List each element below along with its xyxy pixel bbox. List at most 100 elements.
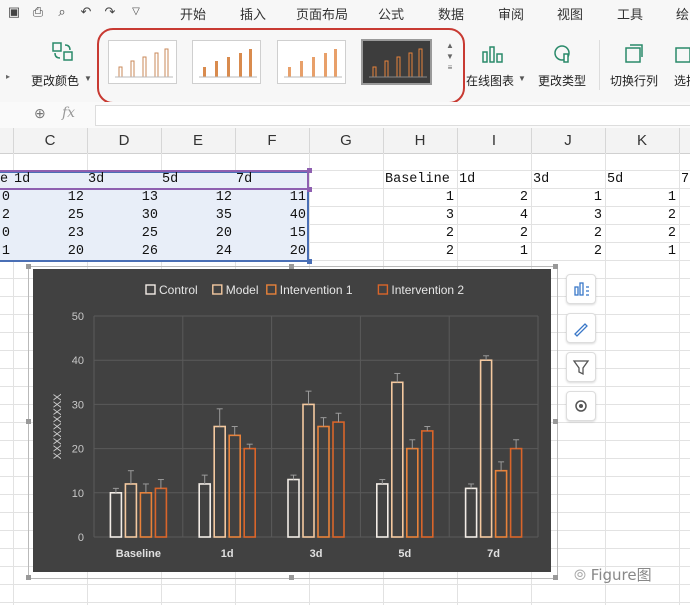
column-header-e[interactable]: E bbox=[161, 128, 236, 153]
menu-tab-formula[interactable]: 公式 bbox=[378, 4, 404, 23]
change-type-button[interactable] bbox=[550, 42, 576, 71]
redo-icon[interactable]: ↷ bbox=[102, 4, 118, 20]
chart-filter-button[interactable] bbox=[566, 352, 596, 382]
column-header-d[interactable]: D bbox=[87, 128, 162, 153]
table-cell[interactable]: 4 bbox=[457, 207, 531, 225]
table-cell[interactable]: 25 bbox=[13, 207, 87, 225]
table-cell[interactable]: 1d bbox=[14, 171, 88, 189]
table-cell[interactable]: 3d bbox=[88, 171, 162, 189]
resize-handle[interactable] bbox=[26, 264, 31, 269]
table-cell[interactable]: 35 bbox=[161, 207, 235, 225]
table-cell[interactable]: 1 bbox=[0, 243, 13, 261]
table-cell[interactable]: Baseline bbox=[385, 171, 457, 189]
table-cell[interactable]: 13 bbox=[87, 189, 161, 207]
fx-label[interactable]: fx bbox=[62, 105, 75, 121]
column-header-k[interactable]: K bbox=[605, 128, 680, 153]
table-cell[interactable]: 3 bbox=[531, 207, 605, 225]
save-icon[interactable]: ▣ bbox=[6, 4, 22, 20]
table-cell[interactable]: 2 bbox=[605, 225, 679, 243]
column-header-g[interactable]: G bbox=[309, 128, 384, 153]
print-preview-icon[interactable]: ⌕ bbox=[54, 4, 70, 20]
table-cell[interactable]: 3 bbox=[383, 207, 457, 225]
table-cell[interactable]: 1d bbox=[459, 171, 531, 189]
resize-handle[interactable] bbox=[553, 264, 558, 269]
table-cell[interactable]: 1 bbox=[605, 189, 679, 207]
select-data-label[interactable]: 选择 bbox=[674, 72, 690, 89]
quick-access-dropdown-icon[interactable]: ▽ bbox=[128, 4, 144, 20]
switch-row-col-button[interactable] bbox=[622, 42, 648, 71]
bar bbox=[228, 434, 241, 538]
table-cell[interactable]: 5d bbox=[162, 171, 236, 189]
table-cell[interactable]: 20 bbox=[161, 225, 235, 243]
resize-handle[interactable] bbox=[553, 575, 558, 580]
menu-tab-review[interactable]: 审阅 bbox=[498, 4, 524, 23]
table-cell[interactable]: e bbox=[0, 171, 13, 189]
column-header-i[interactable]: I bbox=[457, 128, 532, 153]
resize-handle[interactable] bbox=[26, 419, 31, 424]
menu-tab-draw[interactable]: 绘 bbox=[676, 4, 689, 23]
table-cell[interactable]: 0 bbox=[0, 225, 13, 243]
online-chart-label[interactable]: 在线图表 bbox=[466, 72, 514, 89]
undo-icon[interactable]: ↶ bbox=[78, 4, 94, 20]
table-cell[interactable]: 20 bbox=[235, 243, 309, 261]
print-icon[interactable]: ⎙ bbox=[30, 4, 46, 20]
table-cell[interactable]: 7d bbox=[236, 171, 310, 189]
chart-elements-button[interactable] bbox=[566, 274, 596, 304]
table-cell[interactable]: 7 bbox=[681, 171, 690, 189]
menu-tab-insert[interactable]: 插入 bbox=[240, 4, 266, 23]
change-color-dropdown-icon[interactable]: ▼ bbox=[84, 74, 92, 83]
table-cell[interactable]: 15 bbox=[235, 225, 309, 243]
menu-tab-data[interactable]: 数据 bbox=[438, 4, 464, 23]
table-cell[interactable]: 2 bbox=[531, 225, 605, 243]
column-header-h[interactable]: H bbox=[383, 128, 458, 153]
table-cell[interactable]: 3d bbox=[533, 171, 605, 189]
table-cell[interactable]: 26 bbox=[87, 243, 161, 261]
table-cell[interactable]: 5d bbox=[607, 171, 679, 189]
table-cell[interactable]: 40 bbox=[235, 207, 309, 225]
switch-row-col-label[interactable]: 切换行列 bbox=[610, 72, 658, 89]
table-cell[interactable]: 12 bbox=[13, 189, 87, 207]
resize-handle[interactable] bbox=[26, 575, 31, 580]
table-cell[interactable]: 24 bbox=[161, 243, 235, 261]
column-header-c[interactable]: C bbox=[13, 128, 88, 153]
select-data-button[interactable] bbox=[674, 42, 690, 71]
table-cell[interactable]: 2 bbox=[383, 225, 457, 243]
ribbon-left-arrow-icon[interactable]: ▸ bbox=[6, 72, 10, 81]
chart-style-brush-button[interactable] bbox=[566, 313, 596, 343]
online-chart-button[interactable] bbox=[480, 42, 506, 71]
table-cell[interactable]: 20 bbox=[13, 243, 87, 261]
change-color-button[interactable] bbox=[50, 40, 76, 69]
table-cell[interactable]: 23 bbox=[13, 225, 87, 243]
table-cell[interactable]: 2 bbox=[457, 189, 531, 207]
table-cell[interactable]: 1 bbox=[605, 243, 679, 261]
change-type-label[interactable]: 更改类型 bbox=[538, 72, 586, 89]
menu-tab-page-layout[interactable]: 页面布局 bbox=[296, 4, 348, 23]
magnifier-icon[interactable]: ⊕ bbox=[34, 105, 46, 122]
table-cell[interactable]: 1 bbox=[383, 189, 457, 207]
table-cell[interactable]: 0 bbox=[0, 189, 13, 207]
table-cell[interactable]: 1 bbox=[531, 189, 605, 207]
formula-input[interactable] bbox=[95, 105, 690, 126]
table-cell[interactable]: 11 bbox=[235, 189, 309, 207]
resize-handle[interactable] bbox=[553, 419, 558, 424]
table-cell[interactable]: 2 bbox=[605, 207, 679, 225]
table-cell[interactable]: 30 bbox=[87, 207, 161, 225]
resize-handle[interactable] bbox=[289, 575, 294, 580]
change-color-label[interactable]: 更改颜色 bbox=[31, 72, 79, 89]
column-header-f[interactable]: F bbox=[235, 128, 310, 153]
column-header-j[interactable]: J bbox=[531, 128, 606, 153]
table-cell[interactable]: 12 bbox=[161, 189, 235, 207]
online-chart-dropdown-icon[interactable]: ▼ bbox=[518, 74, 526, 83]
table-cell[interactable]: 2 bbox=[457, 225, 531, 243]
table-cell[interactable]: 25 bbox=[87, 225, 161, 243]
table-cell[interactable]: 1 bbox=[457, 243, 531, 261]
column-header-b[interactable] bbox=[0, 128, 14, 153]
table-cell[interactable]: 2 bbox=[383, 243, 457, 261]
menu-tab-home[interactable]: 开始 bbox=[180, 4, 206, 23]
menu-tab-view[interactable]: 视图 bbox=[557, 4, 583, 23]
chart-settings-button[interactable] bbox=[566, 391, 596, 421]
table-cell[interactable]: 2 bbox=[531, 243, 605, 261]
bar-chart[interactable]: 0 10 20 30 40 50 Baseline 1d 3d 5d 7d XXXXXXXXX Cont… bbox=[33, 269, 551, 572]
table-cell[interactable]: 2 bbox=[0, 207, 13, 225]
menu-tab-tools[interactable]: 工具 bbox=[617, 4, 643, 23]
